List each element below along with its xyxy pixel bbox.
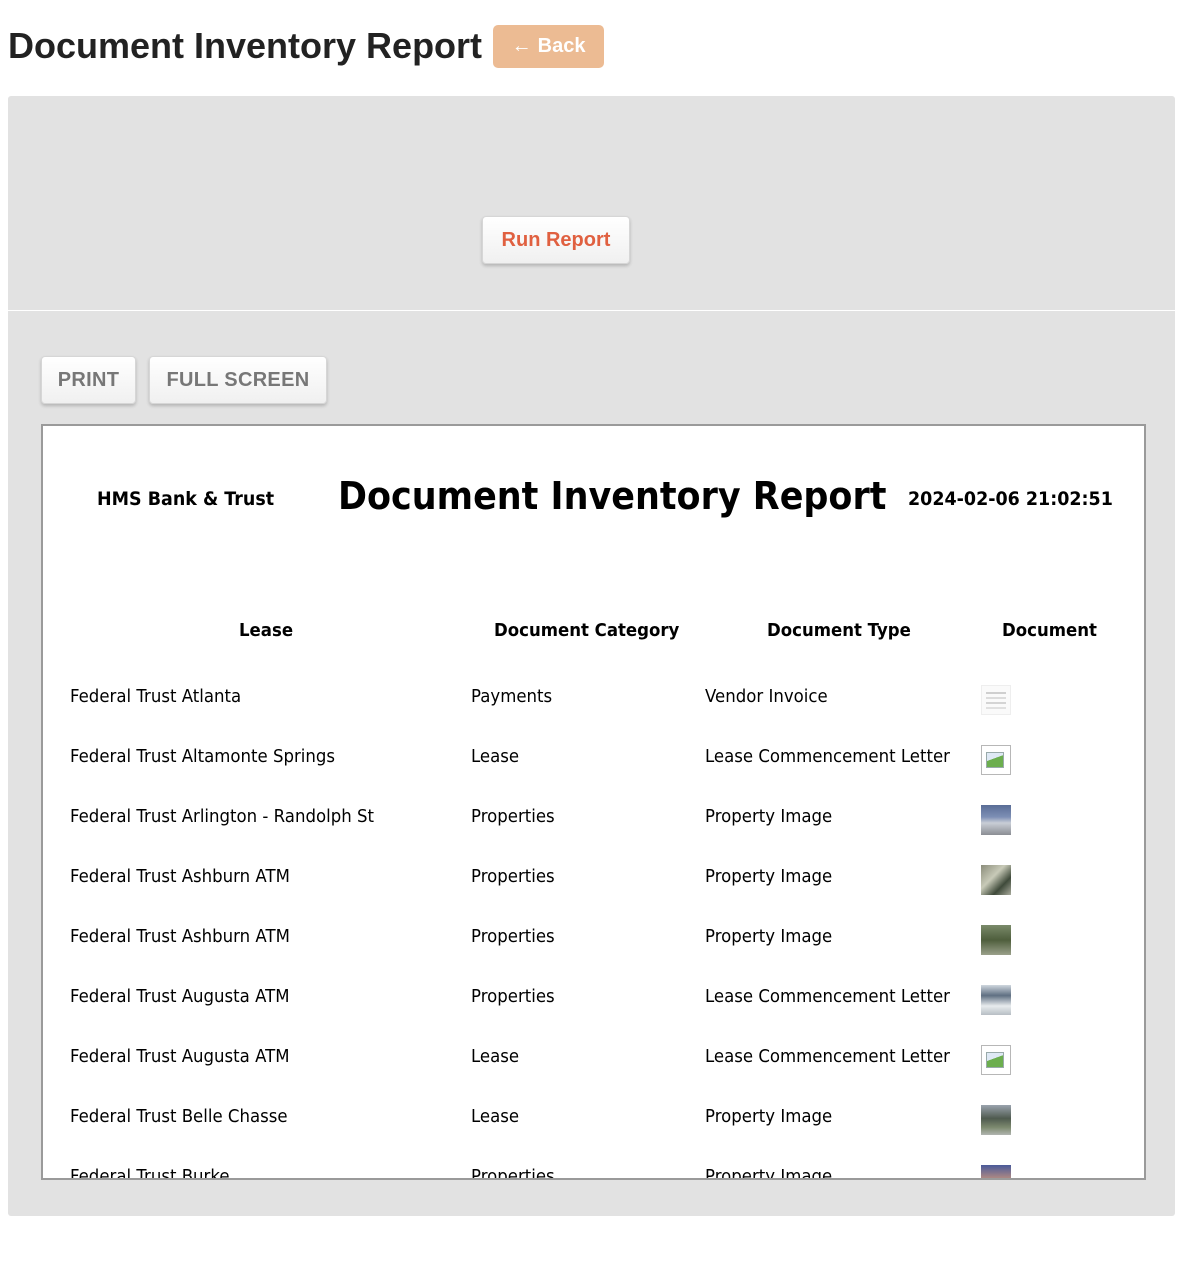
lease-cell: Federal Trust Arlington - Randolph St [70,806,374,827]
document-thumbnail[interactable] [981,805,1011,835]
lease-cell: Federal Trust Burke [70,1166,230,1180]
category-cell: Properties [471,1166,555,1180]
table-row: Federal Trust Ashburn ATM Properties Prope… [43,908,1144,968]
document-thumbnail[interactable] [981,865,1011,895]
lease-cell: Federal Trust Belle Chasse [70,1106,288,1127]
category-cell: Lease [471,1046,520,1067]
category-cell: Properties [471,866,555,887]
type-cell: Property Image [705,806,833,827]
lease-cell: Federal Trust Ashburn ATM [70,926,290,947]
type-cell: Property Image [705,926,833,947]
type-cell: Property Image [705,1166,833,1180]
arrow-left-icon: ← [511,34,532,57]
table-row: Federal Trust Ashburn ATM Properties Prope… [43,848,1144,908]
type-cell: Property Image [705,1106,833,1127]
table-row: Federal Trust Altamonte Springs Lease Leas… [43,728,1144,788]
page-header: Document Inventory Report ← Back [8,24,605,68]
report-date: 2024-02-06 21:02:51 [908,488,1113,510]
broken-image-icon[interactable] [981,1045,1011,1075]
column-header-category: Document Category [494,620,680,641]
lease-cell: Federal Trust Augusta ATM [70,986,290,1007]
type-cell: Lease Commencement Letter [705,986,950,1007]
document-thumbnail[interactable] [981,925,1011,955]
category-cell: Properties [471,806,555,827]
lease-cell: Federal Trust Ashburn ATM [70,866,290,887]
category-cell: Properties [471,926,555,947]
document-thumbnail[interactable] [981,1165,1011,1178]
report-panel: Run Report PRINT FULL SCREEN HMS Bank & … [8,96,1175,1216]
broken-image-icon[interactable] [981,745,1011,775]
table-row: Federal Trust Atlanta Payments Vendor Invo… [43,668,1144,728]
document-thumbnail[interactable] [981,685,1011,715]
table-row: Federal Trust Arlington - Randolph St Pro… [43,788,1144,848]
column-header-lease: Lease [239,620,294,641]
category-cell: Lease [471,746,520,767]
back-button-label: Back [537,34,586,57]
category-cell: Properties [471,986,555,1007]
type-cell: Vendor Invoice [705,686,828,707]
type-cell: Lease Commencement Letter [705,746,950,767]
lease-cell: Federal Trust Augusta ATM [70,1046,290,1067]
column-header-type: Document Type [767,620,911,641]
page-title: Document Inventory Report [8,25,483,66]
report-organization: HMS Bank & Trust [97,488,275,510]
table-row: Federal Trust Augusta ATM Lease Lease Comm… [43,1028,1144,1088]
table-row: Federal Trust Augusta ATM Properties Lease… [43,968,1144,1028]
table-row: Federal Trust Burke Properties Property Im… [43,1148,1144,1180]
report-title: Document Inventory Report [338,474,887,518]
lease-cell: Federal Trust Altamonte Springs [70,746,336,767]
category-cell: Lease [471,1106,520,1127]
report-viewer[interactable]: HMS Bank & Trust Document Inventory Repo… [41,424,1146,1180]
full-screen-button[interactable]: FULL SCREEN [149,356,327,404]
type-cell: Property Image [705,866,833,887]
report-controls: Run Report [8,96,1175,311]
column-header-document: Document [1002,620,1097,641]
run-report-button[interactable]: Run Report [482,216,630,264]
document-thumbnail[interactable] [981,985,1011,1015]
type-cell: Lease Commencement Letter [705,1046,950,1067]
lease-cell: Federal Trust Atlanta [70,686,242,707]
print-button[interactable]: PRINT [41,356,136,404]
report-table-body: Federal Trust Atlanta Payments Vendor Invo… [43,668,1144,1180]
back-button[interactable]: ← Back [493,24,605,68]
document-thumbnail[interactable] [981,1105,1011,1135]
table-row: Federal Trust Belle Chasse Lease Property … [43,1088,1144,1148]
category-cell: Payments [471,686,553,707]
